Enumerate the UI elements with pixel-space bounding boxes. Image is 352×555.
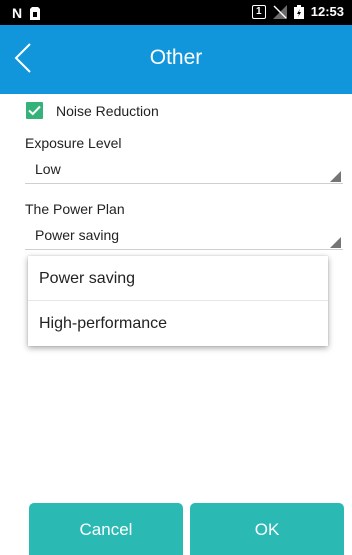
page-title: Other: [149, 46, 203, 69]
status-left: N: [12, 5, 41, 21]
power-plan-dropdown: Power saving High-performance: [28, 256, 328, 346]
action-bar: Other: [0, 25, 352, 94]
no-signal-icon: [272, 4, 287, 19]
dropdown-option-high-performance[interactable]: High-performance: [28, 301, 328, 346]
power-plan-value: Power saving: [35, 227, 120, 243]
status-right: 1 12:53: [251, 4, 344, 19]
sim1-icon: 1: [251, 4, 266, 19]
spinner-arrow-icon: [330, 171, 341, 182]
spinner-arrow-icon: [330, 237, 341, 248]
noise-reduction-checkbox[interactable]: [26, 102, 43, 119]
battery-icon: [293, 4, 304, 19]
dropdown-option-power-saving[interactable]: Power saving: [28, 256, 328, 301]
exposure-level-spinner[interactable]: Low: [25, 160, 343, 184]
power-plan-label: The Power Plan: [25, 201, 125, 217]
n-icon: N: [12, 5, 23, 21]
exposure-level-value: Low: [35, 161, 61, 177]
ok-button[interactable]: OK: [190, 503, 344, 555]
check-icon: [28, 105, 41, 116]
power-plan-spinner[interactable]: Power saving: [25, 226, 343, 250]
noise-reduction-label: Noise Reduction: [56, 102, 159, 119]
noise-reduction-row[interactable]: Noise Reduction: [26, 102, 159, 119]
clock: 12:53: [310, 4, 344, 19]
cancel-button[interactable]: Cancel: [29, 503, 183, 555]
sim-alert-icon: [30, 6, 41, 20]
status-bar: N 1 12:53: [0, 0, 352, 25]
screen: N 1 12:53 Other Noise Reduction Exposure…: [0, 0, 352, 555]
exposure-level-label: Exposure Level: [25, 135, 122, 151]
